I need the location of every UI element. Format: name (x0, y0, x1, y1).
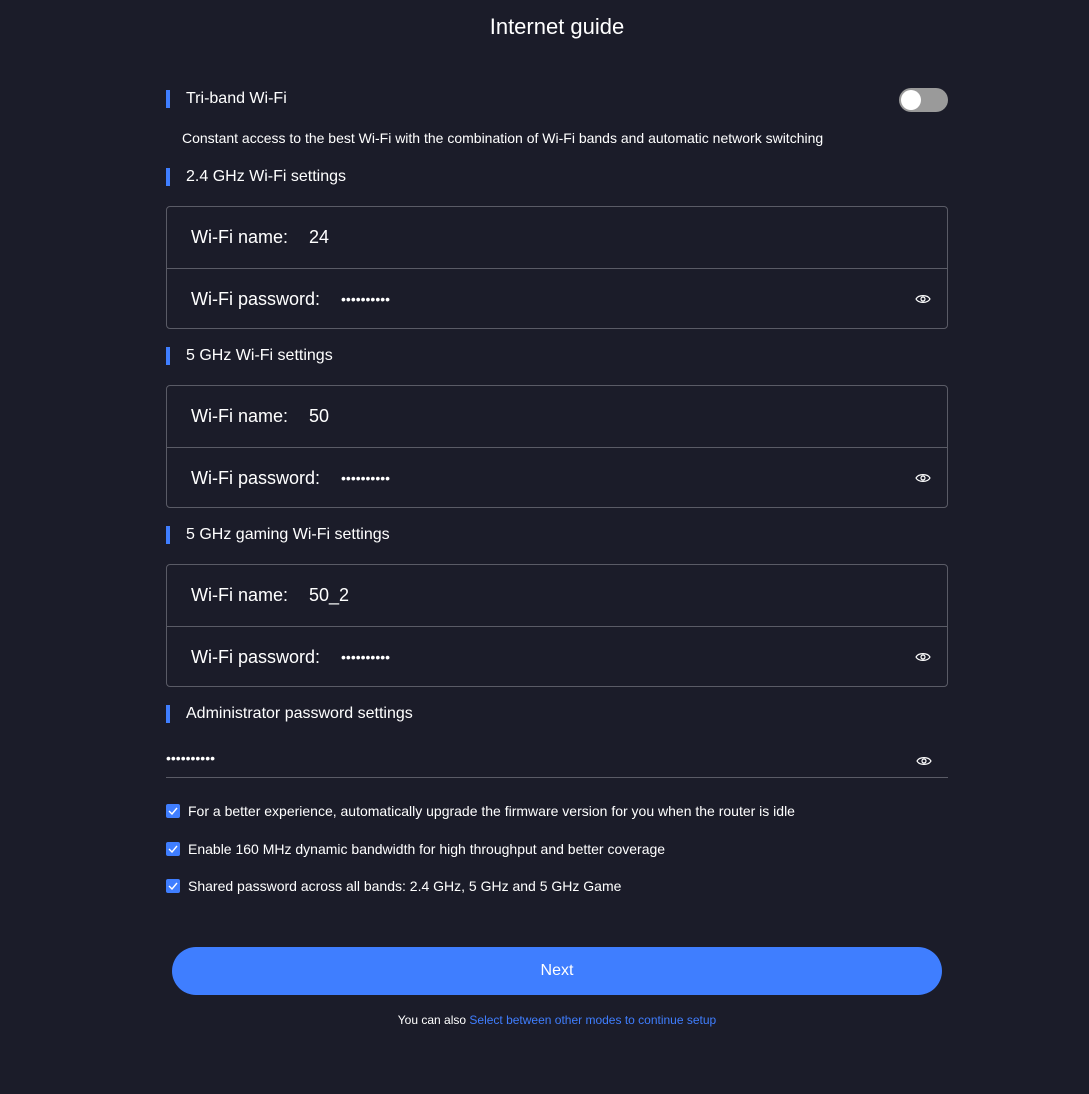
shared-password-label: Shared password across all bands: 2.4 GH… (188, 878, 622, 894)
wifi-name-input[interactable]: 50_2 (309, 585, 349, 606)
wifi-name-label: Wi-Fi name: (191, 406, 289, 426)
wifi-name-input[interactable]: 24 (309, 227, 329, 248)
tri-band-label: Tri-band Wi-Fi (166, 90, 287, 108)
wifi-5ghz-card: Wi-Fi name: 50 Wi-Fi password: •••••••••… (166, 385, 948, 508)
wifi-password-label: Wi-Fi password: (191, 467, 321, 488)
check-icon (168, 882, 178, 890)
page-title: Internet guide (489, 14, 625, 39)
wifi-name-row[interactable]: Wi-Fi name: 50_2 (167, 565, 947, 626)
next-button[interactable]: Next (172, 947, 942, 995)
section-accent-bar (166, 705, 170, 723)
option-160mhz[interactable]: Enable 160 MHz dynamic bandwidth for hig… (166, 841, 665, 857)
footer-text: You can also Select between other modes … (0, 1013, 1089, 1027)
section-5ghz-gaming: 5 GHz gaming Wi-Fi settings (166, 526, 390, 544)
check-icon (168, 845, 178, 853)
wifi-password-label: Wi-Fi password: (191, 288, 321, 309)
section-5ghz-gaming-label: 5 GHz gaming Wi-Fi settings (186, 526, 390, 543)
section-24ghz-label: 2.4 GHz Wi-Fi settings (186, 168, 347, 185)
section-5ghz-label: 5 GHz Wi-Fi settings (186, 347, 333, 364)
shared-password-checkbox[interactable] (166, 879, 180, 893)
wifi-24ghz-card: Wi-Fi name: 24 Wi-Fi password: •••••••••… (166, 206, 948, 329)
check-icon (168, 807, 178, 815)
footer-prefix: You can also (397, 1013, 467, 1027)
tri-band-toggle[interactable] (899, 88, 948, 112)
wifi-password-input[interactable]: •••••••••• (341, 649, 390, 665)
section-admin-label: Administrator password settings (186, 705, 413, 722)
wifi-name-label: Wi-Fi name: (191, 227, 289, 247)
wifi-5ghz-gaming-card: Wi-Fi name: 50_2 Wi-Fi password: •••••••… (166, 564, 948, 687)
wifi-name-row[interactable]: Wi-Fi name: 24 (167, 207, 947, 268)
admin-password-field[interactable]: •••••••••• (166, 740, 948, 778)
section-accent-bar (166, 347, 170, 365)
section-admin: Administrator password settings (166, 705, 413, 723)
eye-icon[interactable] (915, 472, 931, 484)
option-shared-password[interactable]: Shared password across all bands: 2.4 GH… (166, 878, 621, 894)
wifi-password-input[interactable]: •••••••••• (341, 291, 390, 307)
tri-band-label-text: Tri-band Wi-Fi (186, 90, 287, 107)
wifi-password-row[interactable]: Wi-Fi password: •••••••••• (167, 268, 947, 329)
160mhz-checkbox[interactable] (166, 842, 180, 856)
section-accent-bar (166, 168, 170, 186)
toggle-knob (901, 90, 921, 110)
section-24ghz: 2.4 GHz Wi-Fi settings (166, 168, 346, 186)
eye-icon[interactable] (915, 293, 931, 305)
eye-icon[interactable] (916, 755, 932, 767)
wifi-password-row[interactable]: Wi-Fi password: •••••••••• (167, 626, 947, 687)
160mhz-label: Enable 160 MHz dynamic bandwidth for hig… (188, 841, 666, 857)
auto-upgrade-checkbox[interactable] (166, 804, 180, 818)
other-modes-link[interactable]: Select between other modes to continue s… (469, 1013, 716, 1027)
eye-icon[interactable] (915, 651, 931, 663)
wifi-password-label: Wi-Fi password: (191, 646, 321, 667)
wifi-password-input[interactable]: •••••••••• (341, 470, 390, 486)
section-5ghz: 5 GHz Wi-Fi settings (166, 347, 333, 365)
wifi-password-row[interactable]: Wi-Fi password: •••••••••• (167, 447, 947, 508)
section-accent-bar (166, 526, 170, 544)
option-auto-upgrade[interactable]: For a better experience, automatically u… (166, 803, 795, 819)
wifi-name-row[interactable]: Wi-Fi name: 50 (167, 386, 947, 447)
wifi-name-label: Wi-Fi name: (191, 585, 289, 605)
internet-guide-page: Internet guide Tri-band Wi-Fi Constant a… (0, 0, 1089, 1094)
wifi-name-input[interactable]: 50 (309, 406, 329, 427)
section-accent-bar (166, 90, 170, 108)
auto-upgrade-label: For a better experience, automatically u… (188, 803, 795, 819)
tri-band-description: Constant access to the best Wi-Fi with t… (182, 130, 824, 146)
admin-password-input[interactable]: •••••••••• (166, 750, 215, 766)
